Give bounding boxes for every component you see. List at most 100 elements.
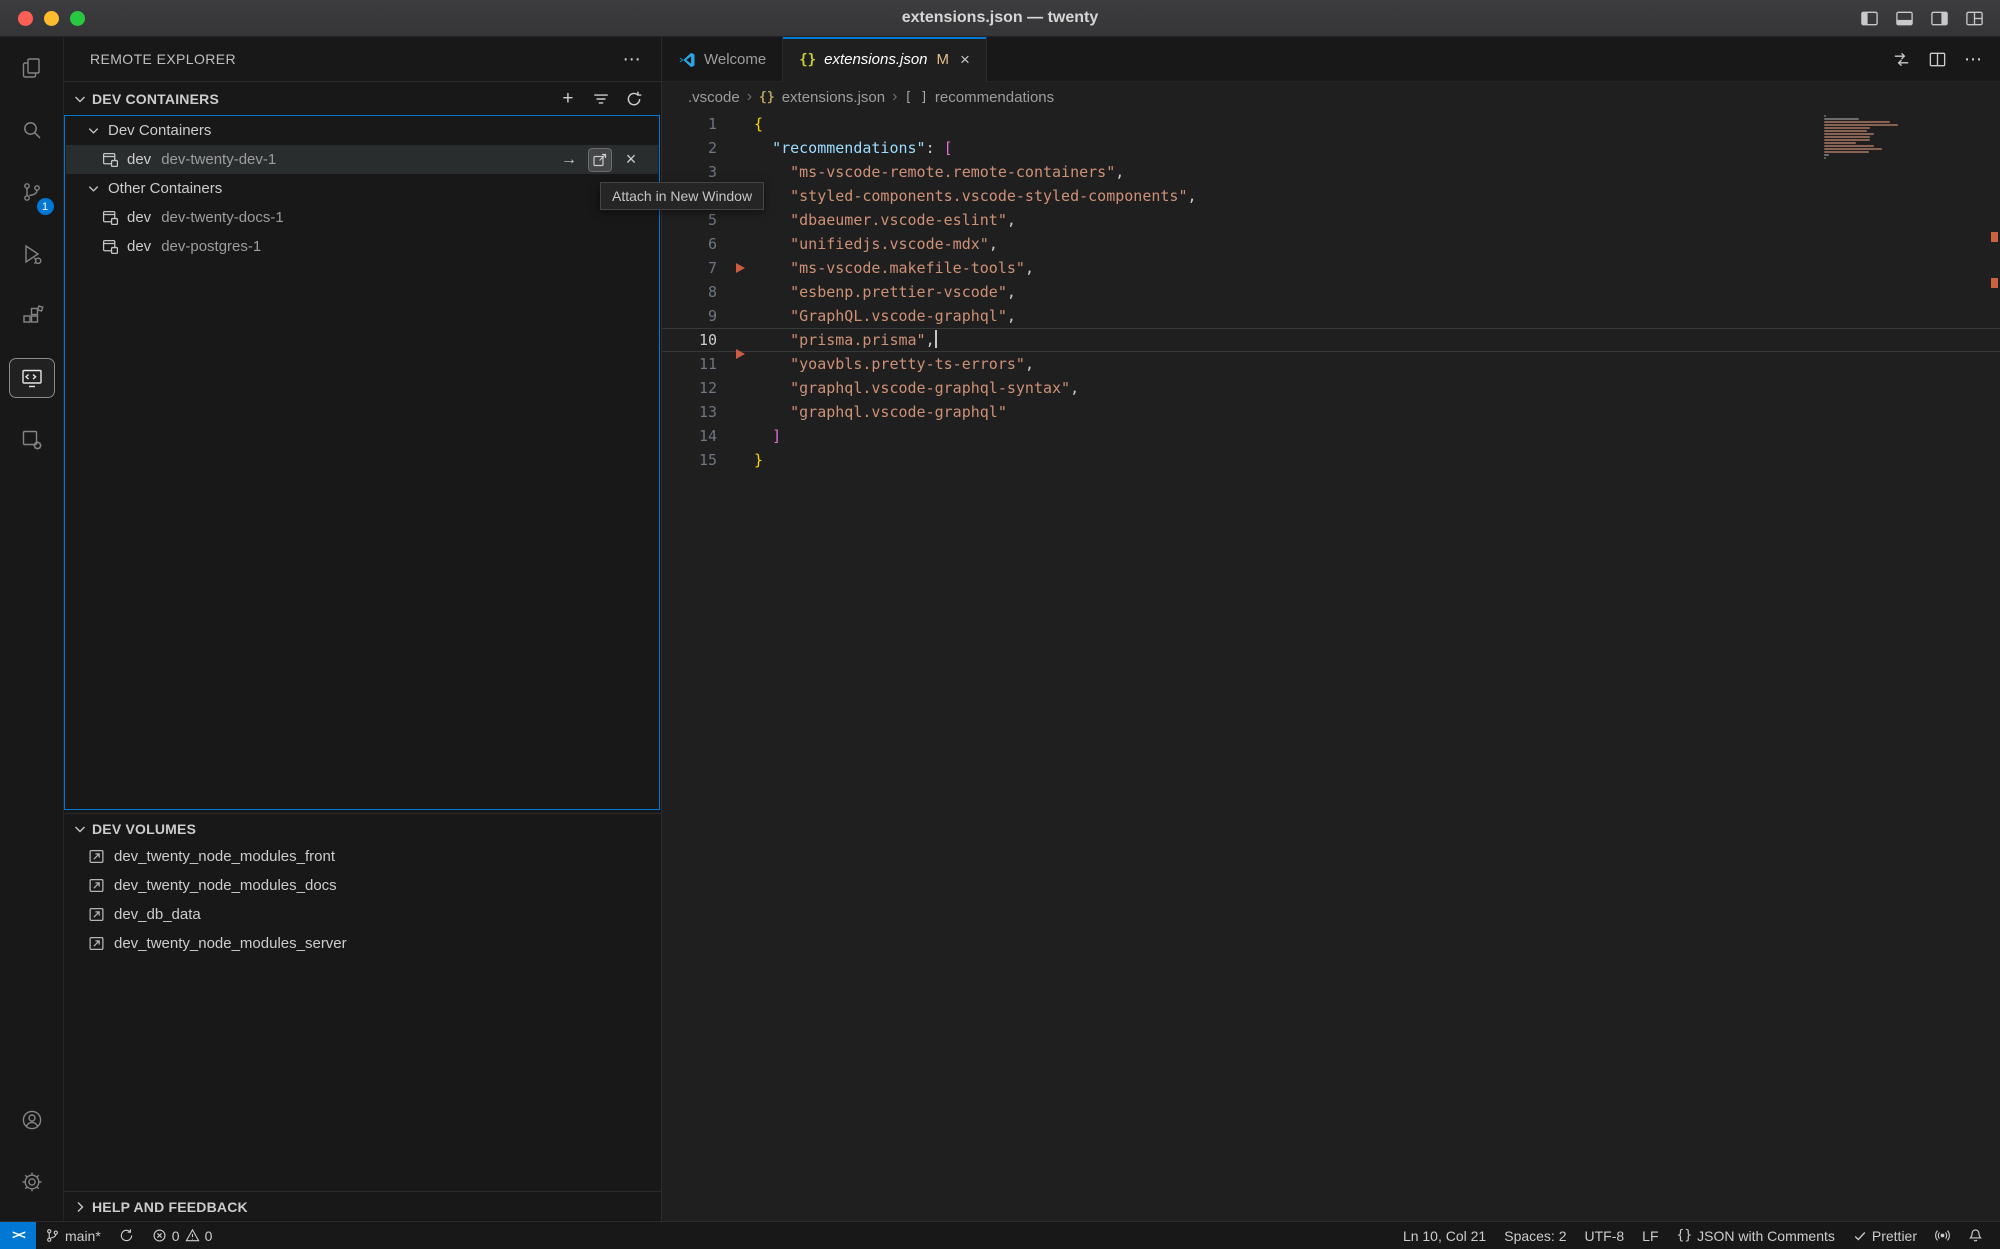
code-line[interactable]: "unifiedjs.vscode-mdx", [754, 232, 1197, 256]
accounts-button[interactable] [0, 1089, 64, 1151]
line-number[interactable]: 14 [662, 424, 717, 448]
code-line[interactable]: } [754, 448, 1197, 472]
remote-indicator[interactable]: >< [0, 1222, 36, 1249]
overview-ruler-mark [1991, 232, 1998, 242]
code-line[interactable]: { [754, 112, 1197, 136]
close-window-button[interactable] [18, 11, 33, 26]
code-line[interactable]: "recommendations": [ [754, 136, 1197, 160]
line-number[interactable]: 10 [662, 328, 717, 352]
zoom-window-button[interactable] [70, 11, 85, 26]
pane-header-dev-volumes[interactable]: DEV VOLUMES [64, 813, 661, 843]
new-dev-container-icon[interactable]: + [557, 88, 579, 110]
volume-item[interactable]: dev_db_data [64, 900, 661, 929]
tree-group-other-containers[interactable]: Other Containers [66, 174, 658, 203]
line-number[interactable]: 3 [662, 160, 717, 184]
filter-icon[interactable] [590, 88, 612, 110]
line-number-gutter[interactable]: 123456789101112131415 [662, 112, 717, 472]
split-editor-icon[interactable] [1928, 50, 1947, 69]
sync-changes-item[interactable] [110, 1222, 143, 1249]
attach-in-new-window-icon[interactable] [588, 148, 612, 172]
code-line[interactable]: "styled-components.vscode-styled-compone… [754, 184, 1197, 208]
tab-welcome[interactable]: Welcome [662, 37, 783, 82]
line-number[interactable]: 15 [662, 448, 717, 472]
line-number[interactable]: 9 [662, 304, 717, 328]
chevron-right-icon [72, 1199, 88, 1215]
code-editor[interactable]: 123456789101112131415 { "recommendations… [662, 112, 2000, 1221]
more-actions-icon[interactable]: ⋯ [623, 49, 641, 70]
code-lines[interactable]: { "recommendations": [ "ms-vscode-remote… [754, 112, 1197, 472]
code-line[interactable]: "GraphQL.vscode-graphql", [754, 304, 1197, 328]
code-line[interactable]: "ms-vscode.makefile-tools", [754, 256, 1197, 280]
stop-container-icon[interactable]: × [619, 148, 643, 172]
tab-label: Welcome [704, 51, 766, 68]
minimap[interactable] [1824, 115, 1900, 160]
code-line[interactable]: "graphql.vscode-graphql" [754, 400, 1197, 424]
json-symbol-icon: {} [759, 90, 775, 105]
breadcrumb-symbol[interactable]: recommendations [935, 89, 1054, 106]
chevron-down-icon [72, 91, 88, 107]
status-bar: >< main* 0 0 Ln 10, Col 21 Spaces: 2 UTF… [0, 1221, 2000, 1249]
line-number[interactable]: 6 [662, 232, 717, 256]
tree-group-dev-containers[interactable]: Dev Containers [66, 116, 658, 145]
cursor-position-item[interactable]: Ln 10, Col 21 [1394, 1228, 1495, 1244]
tree-item-dev-twenty-dev-1[interactable]: dev dev-twenty-dev-1 → × [66, 145, 658, 174]
more-actions-icon[interactable]: ⋯ [1964, 49, 1982, 70]
line-number[interactable]: 12 [662, 376, 717, 400]
code-line[interactable]: "ms-vscode-remote.remote-containers", [754, 160, 1197, 184]
sidebar-item-extensions[interactable] [0, 285, 64, 347]
formatter-item[interactable]: Prettier [1844, 1228, 1926, 1244]
problems-item[interactable]: 0 0 [143, 1222, 222, 1249]
close-icon[interactable]: × [960, 50, 970, 70]
open-changes-icon[interactable] [1892, 50, 1911, 69]
tree-item-dev-postgres-1[interactable]: dev dev-postgres-1 [66, 232, 658, 261]
broadcast-item[interactable] [1926, 1228, 1959, 1243]
line-number[interactable]: 5 [662, 208, 717, 232]
volume-item[interactable]: dev_twenty_node_modules_front [64, 842, 661, 871]
sidebar-item-containers[interactable] [0, 409, 64, 471]
volume-item[interactable]: dev_twenty_node_modules_docs [64, 871, 661, 900]
line-number[interactable]: 1 [662, 112, 717, 136]
code-line[interactable]: "esbenp.prettier-vscode", [754, 280, 1197, 304]
line-number[interactable]: 7 [662, 256, 717, 280]
minimap-line [1824, 127, 1870, 129]
encoding-item[interactable]: UTF-8 [1576, 1228, 1634, 1244]
sidebar-item-search[interactable] [0, 99, 64, 161]
minimap-line [1824, 157, 1826, 159]
breadcrumb-file[interactable]: extensions.json [782, 89, 885, 106]
breadcrumb-folder[interactable]: .vscode [688, 89, 740, 106]
code-line[interactable]: "graphql.vscode-graphql-syntax", [754, 376, 1197, 400]
notifications-item[interactable] [1959, 1228, 1992, 1243]
line-number[interactable]: 8 [662, 280, 717, 304]
volume-item[interactable]: dev_twenty_node_modules_server [64, 929, 661, 958]
sidebar-item-remote-explorer[interactable] [0, 347, 64, 409]
language-mode-item[interactable]: {} JSON with Comments [1668, 1228, 1844, 1244]
code-line[interactable]: "yoavbls.pretty-ts-errors", [754, 352, 1197, 376]
minimize-window-button[interactable] [44, 11, 59, 26]
indentation-item[interactable]: Spaces: 2 [1495, 1228, 1575, 1244]
toggle-panel-icon[interactable] [1895, 9, 1914, 28]
toggle-primary-sidebar-icon[interactable] [1860, 9, 1879, 28]
sidebar-item-source-control[interactable]: 1 [0, 161, 64, 223]
line-number[interactable]: 11 [662, 352, 717, 376]
pane-header-help-and-feedback[interactable]: HELP AND FEEDBACK [64, 1191, 661, 1221]
toggle-secondary-sidebar-icon[interactable] [1930, 9, 1949, 28]
sidebar-item-explorer[interactable] [0, 37, 64, 99]
line-number[interactable]: 2 [662, 136, 717, 160]
refresh-icon[interactable] [623, 88, 645, 110]
pane-header-dev-containers[interactable]: DEV CONTAINERS + [64, 81, 661, 115]
git-branch-item[interactable]: main* [36, 1222, 110, 1249]
sidebar-item-run-debug[interactable] [0, 223, 64, 285]
tree-item-dev-twenty-docs-1[interactable]: dev dev-twenty-docs-1 [66, 203, 658, 232]
attach-to-container-icon[interactable]: → [557, 148, 581, 172]
line-number[interactable]: 13 [662, 400, 717, 424]
settings-button[interactable] [0, 1151, 64, 1213]
code-line[interactable]: "prisma.prisma", [754, 328, 1197, 352]
language-mode: JSON with Comments [1697, 1228, 1835, 1244]
warnings-count: 0 [205, 1228, 213, 1244]
tab-extensions-json[interactable]: {} extensions.json M × [783, 37, 987, 82]
code-line[interactable]: "dbaeumer.vscode-eslint", [754, 208, 1197, 232]
code-line[interactable]: ] [754, 424, 1197, 448]
modified-badge: M [937, 51, 950, 68]
eol-item[interactable]: LF [1633, 1228, 1667, 1244]
customize-layout-icon[interactable] [1965, 9, 1984, 28]
